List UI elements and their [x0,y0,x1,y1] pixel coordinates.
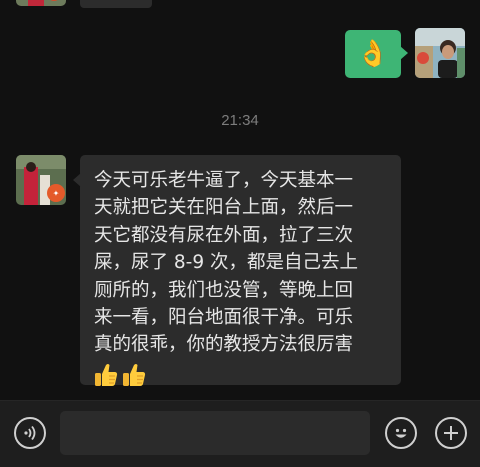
plus-icon [444,426,458,440]
peer-avatar-partial[interactable] [16,0,66,6]
message-timestamp: 21:34 [221,112,259,129]
self-message-bubble[interactable]: 👌 [345,30,408,78]
emoji-row [94,361,387,388]
plus-button[interactable] [435,417,467,449]
message-line: 来一看，阳台地面很干净。可乐 [94,307,354,329]
thumbs-up-icon [123,363,146,386]
svg-text:✦: ✦ [53,189,60,198]
emoji-button[interactable] [385,417,417,449]
input-bar [0,400,480,467]
smiley-icon [395,428,407,438]
message-line: 真的很乖，你的教授方法很厉害 [94,334,354,356]
peer-avatar[interactable]: ✦ [16,155,66,205]
peer-bubble-partial[interactable] [80,0,152,8]
voice-button[interactable] [14,417,46,449]
message-line: 厕所的，我们也没管，等晚上回 [94,279,354,301]
peer-message-bubble[interactable]: 今天可乐老牛逼了，今天基本一 天就把它关在阳台上面，然后一 天它都没有尿在外面，… [73,155,401,388]
message-line: 天它都没有尿在外面，拉了三次 [94,224,354,246]
message-line: 天就把它关在阳台上面，然后一 [94,197,354,219]
self-avatar[interactable] [415,28,465,78]
message-line: 今天可乐老牛逼了，今天基本一 [94,170,354,191]
voice-icon [24,425,36,441]
chat-area: 👌 21:34 ✦ 今天可乐老牛逼了，今天基本一 天就把它关在阳台上面，然后一 [0,0,480,400]
message-line: 屎，尿了 8-9 次，都是自己去上 [94,252,358,274]
thumbs-up-icon [95,363,118,386]
ok-hand-icon: 👌 [356,39,390,69]
message-input[interactable] [60,411,370,455]
